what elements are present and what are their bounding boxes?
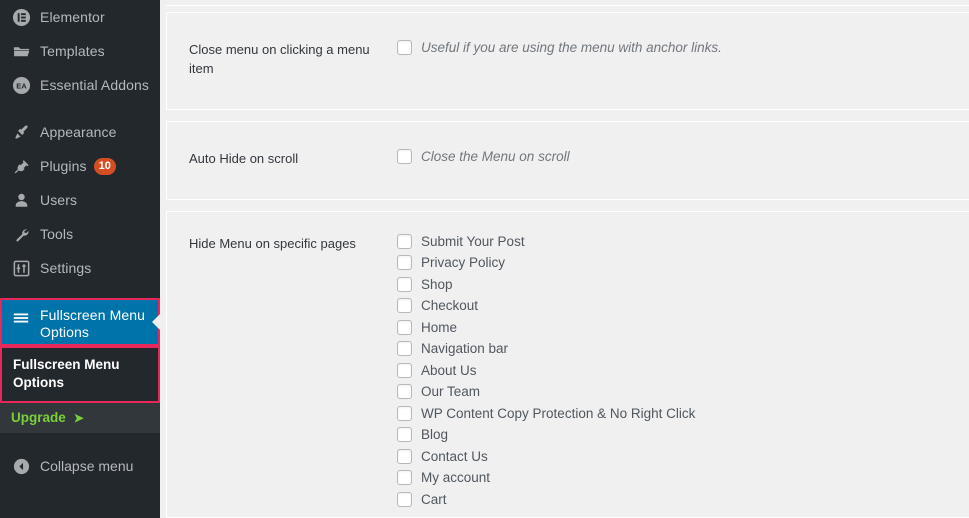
sidebar-item-settings[interactable]: Settings bbox=[0, 251, 160, 285]
close-menu-on-click-checkbox[interactable] bbox=[397, 40, 412, 55]
sidebar-item-elementor[interactable]: Elementor bbox=[0, 0, 160, 34]
sidebar-item-label: Templates bbox=[40, 43, 105, 59]
page-checkbox[interactable] bbox=[397, 276, 412, 292]
sidebar-item-plugins[interactable]: Plugins 10 bbox=[0, 149, 160, 183]
page-checkbox-row[interactable]: WP Content Copy Protection & No Right Cl… bbox=[397, 405, 969, 421]
setting-label: Hide Menu on specific pages bbox=[189, 235, 356, 251]
admin-screen: Elementor Templates EA Essential Addons bbox=[0, 0, 969, 518]
page-checkbox-label: Cart bbox=[421, 491, 447, 507]
setting-label: Close menu on clicking a menu item bbox=[189, 42, 370, 76]
folder-icon bbox=[11, 41, 31, 61]
page-checkbox[interactable] bbox=[397, 233, 412, 249]
page-checkbox-row[interactable]: Contact Us bbox=[397, 448, 969, 464]
sidebar-item-label: Plugins bbox=[40, 158, 87, 174]
elementor-icon bbox=[11, 7, 31, 27]
svg-text:EA: EA bbox=[16, 81, 27, 90]
plug-icon bbox=[11, 156, 31, 176]
page-checkbox[interactable] bbox=[397, 319, 412, 335]
sidebar-item-label: Appearance bbox=[40, 124, 117, 140]
essential-addons-icon: EA bbox=[11, 75, 31, 95]
setting-panel-hide-menu-on-pages: Hide Menu on specific pages Submit Your … bbox=[166, 210, 969, 518]
page-checkbox-label: Checkout bbox=[421, 298, 479, 314]
page-checkbox-row[interactable]: My account bbox=[397, 470, 969, 486]
page-checkbox-row[interactable]: Home bbox=[397, 319, 969, 335]
sidebar-item-essential-addons[interactable]: EA Essential Addons bbox=[0, 68, 160, 102]
plugins-update-badge: 10 bbox=[93, 157, 116, 175]
page-checkbox-label: My account bbox=[421, 470, 491, 486]
sidebar-item-templates[interactable]: Templates bbox=[0, 34, 160, 68]
upgrade-link[interactable]: Upgrade ➤ bbox=[0, 403, 160, 434]
page-checkbox-label: Contact Us bbox=[421, 448, 488, 464]
page-checkbox-label: Submit Your Post bbox=[421, 233, 525, 249]
setting-description: Close the Menu on scroll bbox=[421, 148, 570, 164]
sidebar-item-label: Tools bbox=[40, 226, 74, 242]
page-checkbox[interactable] bbox=[397, 405, 412, 421]
upgrade-arrow-icon: ➤ bbox=[73, 410, 84, 425]
page-checkbox[interactable] bbox=[397, 491, 412, 507]
page-checkbox-label: Shop bbox=[421, 276, 453, 292]
page-checkbox[interactable] bbox=[397, 341, 412, 357]
page-checkbox-row[interactable]: Shop bbox=[397, 276, 969, 292]
admin-sidebar: Elementor Templates EA Essential Addons bbox=[0, 0, 160, 518]
page-checkbox-label: Our Team bbox=[421, 384, 481, 400]
sidebar-item-label: Essential Addons bbox=[40, 77, 150, 93]
page-checkbox-label: Blog bbox=[421, 427, 449, 443]
sliders-icon bbox=[11, 258, 31, 278]
setting-checkbox-row[interactable]: Useful if you are using the menu with an… bbox=[397, 40, 969, 55]
auto-hide-on-scroll-checkbox[interactable] bbox=[397, 148, 412, 164]
page-checkbox-label: Navigation bar bbox=[421, 341, 509, 357]
wrench-icon bbox=[11, 224, 31, 244]
sidebar-separator bbox=[0, 285, 160, 298]
page-checkbox-label: WP Content Copy Protection & No Right Cl… bbox=[421, 405, 696, 421]
hamburger-icon bbox=[11, 308, 31, 328]
page-checkbox-row[interactable]: Privacy Policy bbox=[397, 255, 969, 271]
sidebar-item-label: Elementor bbox=[40, 9, 105, 25]
page-checkbox[interactable] bbox=[397, 470, 412, 486]
sidebar-item-appearance[interactable]: Appearance bbox=[0, 115, 160, 149]
setting-panel-auto-hide-on-scroll: Auto Hide on scroll Close the Menu on sc… bbox=[166, 120, 969, 200]
page-checkbox[interactable] bbox=[397, 362, 412, 378]
collapse-arrow-icon bbox=[11, 456, 31, 476]
setting-panel-close-menu-on-click: Close menu on clicking a menu item Usefu… bbox=[166, 12, 969, 110]
sidebar-item-fullscreen-menu-options[interactable]: Fullscreen Menu Options bbox=[0, 298, 160, 346]
page-checkbox-row[interactable]: Our Team bbox=[397, 384, 969, 400]
page-checkbox[interactable] bbox=[397, 427, 412, 443]
page-checkbox[interactable] bbox=[397, 448, 412, 464]
sidebar-item-label: Users bbox=[40, 192, 78, 208]
collapse-menu-label: Collapse menu bbox=[40, 458, 134, 475]
page-checkbox-row[interactable]: Navigation bar bbox=[397, 341, 969, 357]
setting-description: Useful if you are using the menu with an… bbox=[421, 40, 722, 55]
page-checkbox-row[interactable]: Submit Your Post bbox=[397, 233, 969, 249]
submenu-item-label: Fullscreen Menu Options bbox=[13, 357, 120, 391]
sidebar-item-label: Settings bbox=[40, 260, 92, 276]
user-icon bbox=[11, 190, 31, 210]
page-checkbox-row[interactable]: Blog bbox=[397, 427, 969, 443]
sidebar-item-label: Fullscreen Menu Options bbox=[40, 307, 145, 341]
page-checkbox-label: Privacy Policy bbox=[421, 255, 506, 271]
page-checkbox-row[interactable]: About Us bbox=[397, 362, 969, 378]
sidebar-item-tools[interactable]: Tools bbox=[0, 217, 160, 251]
page-checkbox-row[interactable]: Cart bbox=[397, 491, 969, 507]
settings-content-area: Close menu on clicking a menu item Usefu… bbox=[160, 0, 969, 518]
hide-menu-pages-list: Submit Your Post Privacy Policy Shop Checko… bbox=[395, 233, 969, 507]
page-checkbox[interactable] bbox=[397, 255, 412, 271]
setting-checkbox-row[interactable]: Close the Menu on scroll bbox=[397, 148, 969, 164]
paintbrush-icon bbox=[11, 122, 31, 142]
sidebar-separator bbox=[0, 102, 160, 115]
page-checkbox-label: Home bbox=[421, 319, 458, 335]
setting-label: Auto Hide on scroll bbox=[189, 150, 299, 166]
sidebar-item-users[interactable]: Users bbox=[0, 183, 160, 217]
active-indicator-arrow-icon bbox=[152, 314, 160, 330]
page-checkbox-row[interactable]: Checkout bbox=[397, 298, 969, 314]
collapse-menu-button[interactable]: Collapse menu bbox=[0, 449, 160, 483]
page-checkbox[interactable] bbox=[397, 298, 412, 314]
page-checkbox[interactable] bbox=[397, 384, 412, 400]
page-checkbox-label: About Us bbox=[421, 362, 477, 378]
submenu-item-fullscreen-menu-options[interactable]: Fullscreen Menu Options bbox=[0, 346, 160, 404]
upgrade-label: Upgrade bbox=[11, 410, 66, 426]
